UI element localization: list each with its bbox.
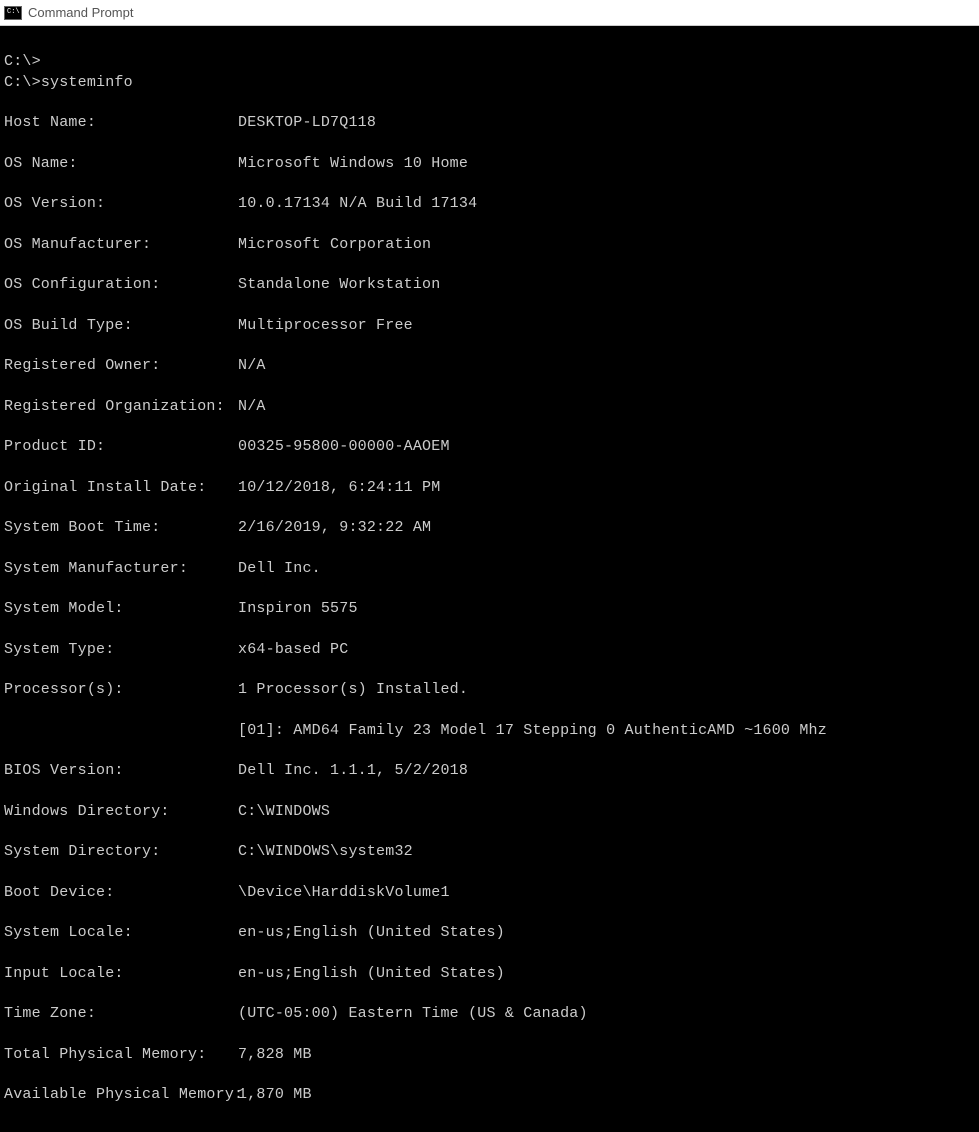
prompt-prefix: C:\>: [4, 74, 41, 91]
field-value: N/A: [238, 357, 266, 374]
window-titlebar[interactable]: Command Prompt: [0, 0, 979, 26]
field-label: Time Zone:: [4, 1004, 238, 1024]
field-value: 10/12/2018, 6:24:11 PM: [238, 479, 440, 496]
field-label: OS Build Type:: [4, 316, 238, 336]
field-value: Inspiron 5575: [238, 600, 358, 617]
field-value: 1,870 MB: [238, 1086, 312, 1103]
field-label: Available Physical Memory:: [4, 1085, 238, 1105]
field-value: \Device\HarddiskVolume1: [238, 884, 450, 901]
processor-detail: [01]: AMD64 Family 23 Model 17 Stepping …: [4, 721, 827, 741]
field-label: OS Manufacturer:: [4, 235, 238, 255]
field-label: OS Configuration:: [4, 275, 238, 295]
field-row: Total Physical Memory:7,828 MB: [4, 1045, 975, 1065]
field-row: OS Name:Microsoft Windows 10 Home: [4, 154, 975, 174]
field-label: Registered Organization:: [4, 397, 238, 417]
field-label: Processor(s):: [4, 680, 238, 700]
field-row: System Manufacturer:Dell Inc.: [4, 559, 975, 579]
field-row: System Model:Inspiron 5575: [4, 599, 975, 619]
field-row: OS Manufacturer:Microsoft Corporation: [4, 235, 975, 255]
field-value: en-us;English (United States): [238, 965, 505, 982]
cmd-icon: [4, 6, 22, 20]
field-row: OS Build Type:Multiprocessor Free: [4, 316, 975, 336]
field-label: Product ID:: [4, 437, 238, 457]
field-row: BIOS Version:Dell Inc. 1.1.1, 5/2/2018: [4, 761, 975, 781]
prompt-line-2: C:\>systeminfo: [4, 74, 133, 91]
field-value: C:\WINDOWS: [238, 803, 330, 820]
field-label: OS Version:: [4, 194, 238, 214]
field-row: Original Install Date:10/12/2018, 6:24:1…: [4, 478, 975, 498]
field-row: Processor(s):1 Processor(s) Installed.: [4, 680, 975, 700]
field-label: Host Name:: [4, 113, 238, 133]
field-value: DESKTOP-LD7Q118: [238, 114, 376, 131]
field-value: Standalone Workstation: [238, 276, 440, 293]
terminal-output[interactable]: C:\> C:\>systeminfo Host Name:DESKTOP-LD…: [0, 26, 979, 1132]
field-row: Input Locale:en-us;English (United State…: [4, 964, 975, 984]
field-row: System Directory:C:\WINDOWS\system32: [4, 842, 975, 862]
field-value: 1 Processor(s) Installed.: [238, 681, 468, 698]
field-value: 10.0.17134 N/A Build 17134: [238, 195, 477, 212]
field-value: N/A: [238, 398, 266, 415]
field-label: Total Physical Memory:: [4, 1045, 238, 1065]
field-label: System Directory:: [4, 842, 238, 862]
field-label: Input Locale:: [4, 964, 238, 984]
field-row: Product ID:00325-95800-00000-AAOEM: [4, 437, 975, 457]
field-label: Windows Directory:: [4, 802, 238, 822]
field-value: (UTC-05:00) Eastern Time (US & Canada): [238, 1005, 588, 1022]
field-row: Boot Device:\Device\HarddiskVolume1: [4, 883, 975, 903]
command-text: systeminfo: [41, 74, 133, 91]
field-label: OS Name:: [4, 154, 238, 174]
prompt-line-1: C:\>: [4, 53, 41, 70]
field-label: System Manufacturer:: [4, 559, 238, 579]
field-value: 00325-95800-00000-AAOEM: [238, 438, 450, 455]
field-row: Registered Organization:N/A: [4, 397, 975, 417]
field-value: Dell Inc. 1.1.1, 5/2/2018: [238, 762, 468, 779]
field-row: Available Physical Memory:1,870 MB: [4, 1085, 975, 1105]
field-row: Time Zone:(UTC-05:00) Eastern Time (US &…: [4, 1004, 975, 1024]
field-label: System Locale:: [4, 923, 238, 943]
field-label: System Model:: [4, 599, 238, 619]
field-label: Original Install Date:: [4, 478, 238, 498]
field-row: Registered Owner:N/A: [4, 356, 975, 376]
field-value: Multiprocessor Free: [238, 317, 413, 334]
field-row: System Boot Time:2/16/2019, 9:32:22 AM: [4, 518, 975, 538]
processor-sub-row: [01]: AMD64 Family 23 Model 17 Stepping …: [4, 721, 975, 741]
field-value: en-us;English (United States): [238, 924, 505, 941]
field-row: OS Version:10.0.17134 N/A Build 17134: [4, 194, 975, 214]
field-label: Boot Device:: [4, 883, 238, 903]
field-row: Windows Directory:C:\WINDOWS: [4, 802, 975, 822]
field-value: x64-based PC: [238, 641, 348, 658]
field-row: System Locale:en-us;English (United Stat…: [4, 923, 975, 943]
field-value: Dell Inc.: [238, 560, 321, 577]
field-label: System Boot Time:: [4, 518, 238, 538]
field-value: C:\WINDOWS\system32: [238, 843, 413, 860]
field-value: Microsoft Windows 10 Home: [238, 155, 468, 172]
field-row: System Type:x64-based PC: [4, 640, 975, 660]
field-value: Microsoft Corporation: [238, 236, 431, 253]
field-value: 2/16/2019, 9:32:22 AM: [238, 519, 431, 536]
field-label: System Type:: [4, 640, 238, 660]
field-label: Registered Owner:: [4, 356, 238, 376]
field-row: OS Configuration:Standalone Workstation: [4, 275, 975, 295]
field-label: BIOS Version:: [4, 761, 238, 781]
field-value: 7,828 MB: [238, 1046, 312, 1063]
window-title: Command Prompt: [28, 5, 133, 20]
field-row: Host Name:DESKTOP-LD7Q118: [4, 113, 975, 133]
